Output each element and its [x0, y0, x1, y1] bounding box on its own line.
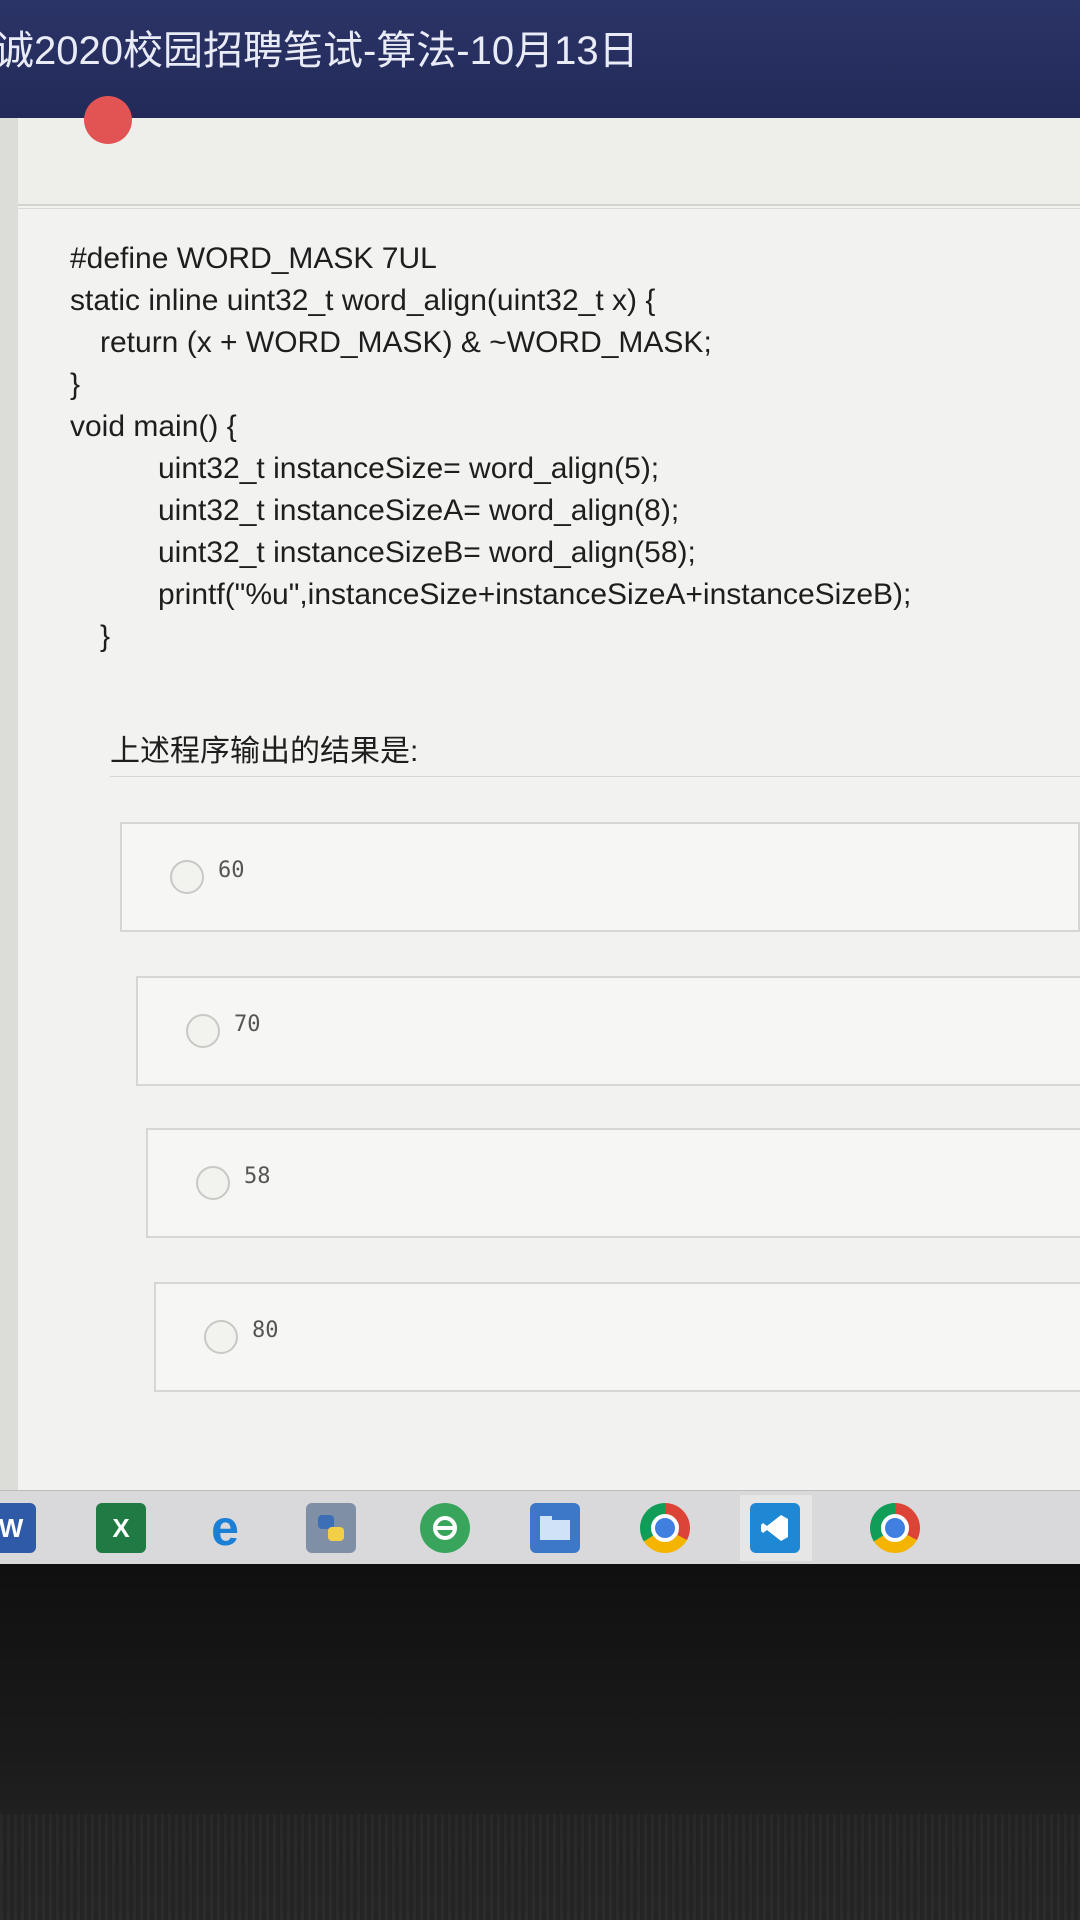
code-line: void main() { [70, 410, 237, 443]
chrome-icon[interactable] [870, 1503, 920, 1553]
window-titlebar: 诚2020校园招聘笔试-算法-10月13日 [0, 0, 1080, 118]
python-icon[interactable] [306, 1503, 356, 1553]
radio-button[interactable] [196, 1166, 230, 1200]
ie-legacy-icon[interactable] [420, 1503, 470, 1553]
chrome-center [881, 1514, 909, 1542]
keyboard-texture [0, 1814, 1080, 1920]
option-60[interactable]: 60 [120, 822, 1080, 932]
ie-legacy-glyph [433, 1516, 457, 1540]
folder-glyph [540, 1516, 570, 1540]
option-70[interactable]: 70 [136, 976, 1080, 1086]
window-title: 诚2020校园招聘笔试-算法-10月13日 [0, 29, 639, 73]
taskbar: W X e [0, 1490, 1080, 1565]
option-label: 60 [218, 858, 245, 883]
chrome-center [651, 1514, 679, 1542]
record-icon[interactable] [84, 96, 132, 144]
ie-icon-letter: e [211, 1500, 239, 1556]
code-block: #define WORD_MASK 7UL static inline uint… [70, 238, 1050, 658]
excel-icon[interactable]: X [96, 1503, 146, 1553]
code-line: #define WORD_MASK 7UL [70, 242, 437, 275]
code-line: } [100, 620, 111, 653]
vscode-glyph [761, 1515, 788, 1541]
code-line: return (x + WORD_MASK) & ~WORD_MASK; [100, 326, 712, 359]
radio-button[interactable] [170, 860, 204, 894]
code-line: static inline uint32_t word_align(uint32… [70, 284, 656, 317]
code-line: uint32_t instanceSizeB= word_align(58); [158, 536, 696, 569]
option-80[interactable]: 80 [154, 1282, 1080, 1392]
code-line: printf("%u",instanceSize+instanceSizeA+i… [158, 578, 912, 611]
word-icon-letter: W [0, 1512, 24, 1543]
word-icon[interactable]: W [0, 1503, 36, 1553]
question-text: 上述程序输出的结果是: [110, 735, 419, 768]
radio-button[interactable] [204, 1320, 238, 1354]
option-label: 58 [244, 1164, 271, 1189]
chrome-icon[interactable] [640, 1503, 690, 1553]
monitor-bezel [0, 1564, 1080, 1920]
code-line: uint32_t instanceSizeA= word_align(8); [158, 494, 680, 527]
question-divider [110, 776, 1080, 777]
radio-button[interactable] [186, 1014, 220, 1048]
vscode-icon[interactable] [750, 1503, 800, 1553]
code-line: } [70, 368, 81, 401]
toolbar-divider [18, 208, 1080, 209]
python-icon-glyph [318, 1515, 344, 1541]
option-label: 70 [234, 1012, 261, 1037]
ie-icon[interactable]: e [200, 1500, 250, 1556]
page-toolbar [18, 96, 1080, 206]
excel-icon-letter: X [112, 1512, 130, 1543]
exam-page: #define WORD_MASK 7UL static inline uint… [0, 96, 1080, 1490]
code-line: uint32_t instanceSize= word_align(5); [158, 452, 660, 485]
option-58[interactable]: 58 [146, 1128, 1080, 1238]
left-edge [0, 118, 18, 1490]
option-label: 80 [252, 1318, 279, 1343]
file-explorer-icon[interactable] [530, 1503, 580, 1553]
